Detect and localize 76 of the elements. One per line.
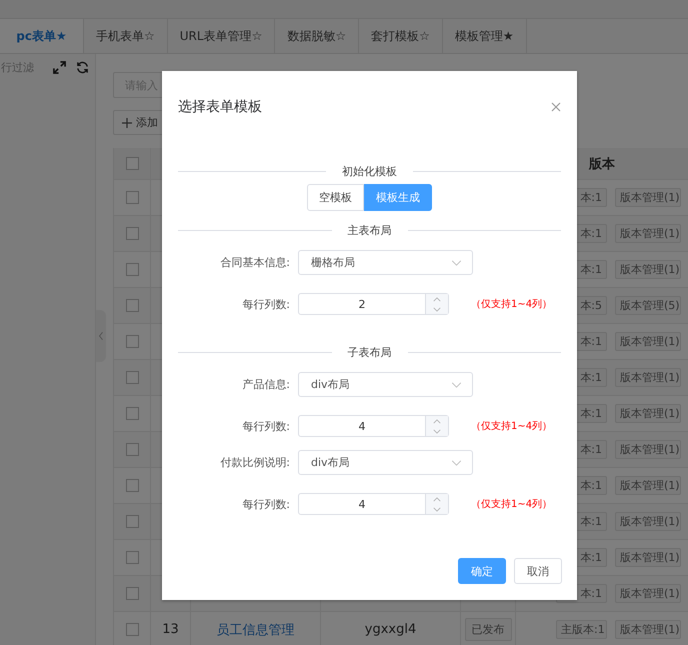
checkbox[interactable] bbox=[126, 335, 138, 348]
hint-text: （仅支持1~4列） bbox=[471, 420, 552, 433]
layout-select[interactable]: 栅格布局 bbox=[298, 250, 473, 275]
number-field[interactable]: 2 bbox=[298, 293, 449, 315]
plus-icon bbox=[122, 118, 132, 128]
number-field[interactable]: 4 bbox=[298, 415, 449, 437]
tab[interactable]: 模板管理★ bbox=[442, 19, 527, 53]
tab[interactable]: 数据脱敏☆ bbox=[275, 19, 360, 53]
tab[interactable]: pc表单★ bbox=[0, 19, 84, 53]
checkbox[interactable] bbox=[126, 551, 138, 564]
version-manage-button[interactable]: 版本管理(1) bbox=[615, 548, 681, 567]
number-field[interactable]: 4 bbox=[298, 493, 449, 515]
checkbox[interactable] bbox=[126, 515, 138, 528]
field-label: 产品信息: bbox=[241, 377, 290, 392]
field-label: 合同基本信息: bbox=[219, 255, 290, 270]
version-manage-button[interactable]: 版本管理(1) bbox=[615, 332, 681, 351]
template-option[interactable]: 模板生成 bbox=[364, 184, 432, 211]
expand-icon[interactable] bbox=[53, 60, 66, 74]
chevron-down-icon bbox=[451, 460, 462, 466]
version-manage-button[interactable]: 版本管理(1) bbox=[615, 260, 681, 279]
field-label: 每行列数: bbox=[241, 496, 290, 512]
version-manage-button[interactable]: 版本管理(1) bbox=[615, 476, 681, 495]
form-link[interactable]: 员工信息管理 bbox=[216, 620, 294, 638]
version-manage-button[interactable]: 版本管理(1) bbox=[615, 440, 681, 459]
hint-text: （仅支持1~4列） bbox=[471, 298, 552, 311]
version-manage-button[interactable]: 版本管理(1) bbox=[615, 368, 681, 387]
table-cell: ygxxgl4 bbox=[364, 622, 416, 637]
checkbox[interactable] bbox=[126, 157, 138, 170]
field-label: 每行列数: bbox=[241, 418, 290, 434]
chevron-down-icon bbox=[451, 382, 462, 388]
layout-select[interactable]: div布局 bbox=[298, 372, 473, 397]
decrement-icon[interactable] bbox=[433, 306, 441, 312]
table-cell: 13 bbox=[162, 622, 179, 637]
tab[interactable]: URL表单管理☆ bbox=[168, 19, 276, 53]
checkbox[interactable] bbox=[126, 263, 138, 276]
tab[interactable]: 手机表单☆ bbox=[84, 19, 168, 53]
increment-icon[interactable] bbox=[433, 296, 441, 302]
version-manage-button[interactable]: 版本管理(5) bbox=[615, 296, 681, 315]
section-title: 子表布局 bbox=[348, 344, 392, 360]
collapse-handle[interactable] bbox=[96, 310, 106, 362]
template-option[interactable]: 空模板 bbox=[307, 184, 364, 211]
checkbox[interactable] bbox=[126, 587, 138, 600]
checkbox[interactable] bbox=[126, 407, 138, 420]
version-manage-button[interactable]: 版本管理(1) bbox=[615, 404, 681, 423]
hint-text: （仅支持1~4列） bbox=[471, 498, 552, 511]
checkbox[interactable] bbox=[126, 299, 138, 312]
checkbox[interactable] bbox=[126, 479, 138, 492]
refresh-icon[interactable] bbox=[76, 60, 89, 74]
tab[interactable]: 套打模板☆ bbox=[359, 19, 443, 53]
version-button[interactable]: 主版本:1 bbox=[556, 620, 607, 639]
version-manage-button[interactable]: 版本管理(1) bbox=[615, 224, 681, 243]
status-tag: 已发布 bbox=[464, 618, 512, 641]
cancel-button[interactable]: 取消 bbox=[514, 558, 562, 584]
section-title: 初始化模板 bbox=[342, 164, 397, 178]
checkbox[interactable] bbox=[126, 227, 138, 240]
section-title: 主表布局 bbox=[348, 222, 392, 238]
increment-icon[interactable] bbox=[433, 418, 441, 424]
checkbox[interactable] bbox=[126, 191, 138, 204]
column-header: 版本 bbox=[589, 156, 615, 172]
confirm-button[interactable]: 确定 bbox=[458, 558, 506, 584]
field-label: 付款比例说明: bbox=[219, 455, 290, 470]
close-icon[interactable] bbox=[551, 102, 561, 112]
version-manage-button[interactable]: 版本管理(1) bbox=[615, 584, 681, 603]
layout-select[interactable]: div布局 bbox=[298, 450, 473, 475]
version-manage-button[interactable]: 版本管理(1) bbox=[615, 188, 681, 207]
checkbox[interactable] bbox=[126, 371, 138, 384]
increment-icon[interactable] bbox=[433, 496, 441, 502]
field-label: 每行列数: bbox=[241, 296, 290, 312]
dialog-title: 选择表单模板 bbox=[178, 98, 262, 116]
decrement-icon[interactable] bbox=[433, 428, 441, 434]
checkbox[interactable] bbox=[126, 443, 138, 456]
checkbox[interactable] bbox=[126, 623, 138, 636]
chevron-down-icon bbox=[451, 260, 462, 266]
decrement-icon[interactable] bbox=[433, 506, 441, 512]
version-manage-button[interactable]: 版本管理(1) bbox=[615, 620, 681, 639]
version-manage-button[interactable]: 版本管理(1) bbox=[615, 512, 681, 531]
